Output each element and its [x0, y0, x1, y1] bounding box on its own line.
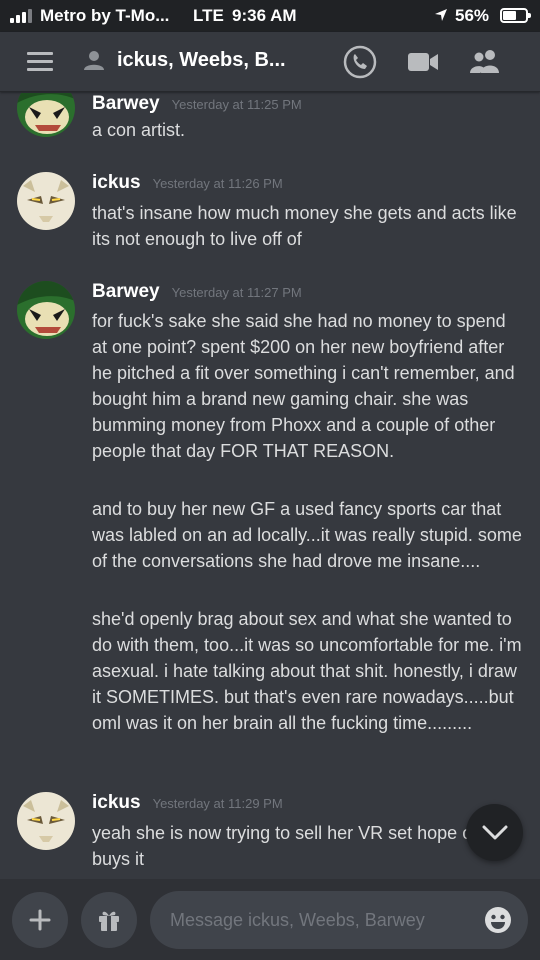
avatar-barwey[interactable]	[17, 93, 75, 137]
message-text: a con artist.	[92, 120, 186, 140]
message-text: yeah she is now trying to sell her VR se…	[92, 823, 493, 869]
message-text: she'd openly brag about sex and what she…	[92, 609, 522, 733]
plus-icon	[29, 909, 51, 931]
message-author[interactable]: ickus	[92, 172, 141, 194]
message-text: and to buy her new GF a used fancy sport…	[92, 499, 522, 571]
signal-strength-icon	[10, 9, 32, 23]
carrier-name: Metro by T-Mo...	[40, 6, 170, 25]
message-timestamp: Yesterday at 11:25 PM	[171, 97, 302, 112]
video-icon[interactable]	[407, 51, 439, 73]
message-text: for fuck's sake she said she had no mone…	[92, 311, 515, 461]
menu-icon[interactable]	[27, 52, 53, 72]
battery-icon	[500, 8, 531, 23]
channel-title[interactable]: ickus, Weebs, B...	[117, 49, 286, 72]
group-dm-icon	[84, 51, 104, 70]
message-author[interactable]: ickus	[92, 792, 141, 814]
emoji-icon[interactable]	[484, 906, 512, 934]
message-text: that's insane how much money she gets an…	[92, 203, 517, 249]
battery-percent: 56%	[455, 6, 490, 25]
jump-to-present-button[interactable]	[466, 804, 523, 861]
message-timestamp: Yesterday at 11:29 PM	[152, 796, 283, 811]
message-list[interactable]: Barwey Yesterday at 11:25 PM a con artis…	[0, 93, 540, 879]
call-icon[interactable]	[343, 45, 377, 79]
chevron-down-icon	[482, 825, 507, 839]
message-input[interactable]	[150, 891, 528, 949]
gift-icon	[99, 911, 119, 931]
gift-button[interactable]	[81, 892, 137, 948]
status-time: 9:36 AM	[232, 6, 297, 25]
avatar-ickus[interactable]	[17, 172, 75, 230]
status-bar: Metro by T-Mo... LTE 9:36 AM 56%	[0, 0, 540, 32]
avatar-ickus[interactable]	[17, 792, 75, 850]
message-timestamp: Yesterday at 11:26 PM	[152, 176, 283, 191]
message-composer	[0, 879, 540, 960]
channel-header: ickus, Weebs, B...	[0, 32, 540, 92]
location-arrow-icon	[435, 9, 447, 21]
message-author[interactable]: Barwey	[92, 281, 160, 303]
message-author[interactable]: Barwey	[92, 93, 160, 115]
attach-button[interactable]	[12, 892, 68, 948]
members-icon[interactable]	[468, 48, 502, 76]
message-timestamp: Yesterday at 11:27 PM	[171, 285, 302, 300]
avatar-barwey[interactable]	[17, 281, 75, 339]
network-type: LTE	[193, 6, 224, 25]
